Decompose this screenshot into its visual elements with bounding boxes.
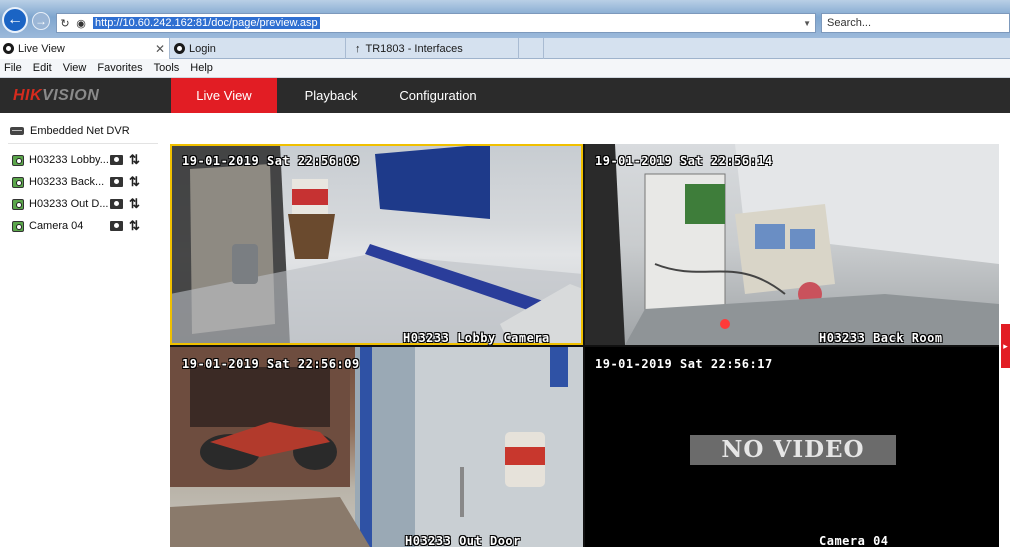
close-icon[interactable]: ✕ [155,42,165,56]
record-icon[interactable] [110,177,123,187]
camera-icon [12,220,24,232]
camera-name-overlay: Camera 04 [819,534,889,547]
divider [8,143,158,144]
menu-help[interactable]: Help [186,62,217,74]
video-window-out-door[interactable]: 19-01-2019 Sat 22:56:09 H03233 Out Door [170,347,583,547]
camera-name-overlay: H03233 Back Room [819,331,943,345]
device-node[interactable]: Embedded Net DVR [10,125,130,137]
camera-item[interactable]: H03233 Lobby... ⇅ [12,152,157,168]
camera-label: H03233 Out D... [29,198,109,210]
back-button[interactable]: ← [2,7,28,33]
browser-tab-bar: Live View ✕ Login ↑ TR1803 - Interfaces [0,38,1010,59]
dvr-icon [10,127,24,135]
camera-label: Camera 04 [29,220,84,232]
timestamp-overlay: 19-01-2019 Sat 22:56:14 [595,154,773,168]
menu-tools[interactable]: Tools [150,62,184,74]
url-text[interactable]: http://10.60.242.162:81/doc/page/preview… [93,17,320,29]
menu-bar: File Edit View Favorites Tools Help [0,59,1010,78]
tab-label: Login [189,42,216,55]
camera-name-overlay: H03233 Lobby Camera [403,331,550,345]
ptz-icon[interactable]: ⇅ [129,196,140,211]
video-grid: 19-01-2019 Sat 22:56:09 H03233 Lobby Cam… [170,144,999,547]
browser-tab-login[interactable]: Login [171,38,346,59]
camera-name-overlay: H03233 Out Door [405,534,521,547]
no-video-banner: NO VIDEO [690,435,896,465]
browser-toolbar: ← → ↻ ◉ http://10.60.242.162:81/doc/page… [0,0,1010,38]
video-window-back-room[interactable]: 19-01-2019 Sat 22:56:14 H03233 Back Room [585,144,999,345]
app-header: HIKVISION Live View Playback Configurati… [0,78,1010,113]
search-input[interactable]: Search... [821,13,1010,33]
camera-item[interactable]: H03233 Out D... ⇅ [12,196,157,212]
device-sidebar: Embedded Net DVR H03233 Lobby... ⇅ H0323… [0,113,160,555]
tab-label: TR1803 - Interfaces [365,42,463,55]
new-tab-button[interactable] [520,38,544,59]
camera-item[interactable]: H03233 Back... ⇅ [12,174,157,190]
network-icon: ↑ [355,42,361,55]
device-label: Embedded Net DVR [30,125,130,137]
camera-icon [12,198,24,210]
forward-button[interactable]: → [32,12,50,30]
chevron-right-icon: ▸ [1003,340,1008,351]
tab-configuration[interactable]: Configuration [390,78,486,113]
panel-toggle-button[interactable]: ▸ [1001,324,1010,368]
ie-page-icon [3,43,14,54]
video-window-camera-04[interactable]: 19-01-2019 Sat 22:56:17 NO VIDEO Camera … [585,347,999,547]
tab-playback[interactable]: Playback [290,78,372,113]
refresh-icon[interactable]: ↻ [57,17,73,30]
ie-page-icon [174,43,185,54]
camera-label: H03233 Back... [29,176,105,188]
camera-label: H03233 Lobby... [29,154,109,166]
menu-favorites[interactable]: Favorites [93,62,146,74]
ptz-icon[interactable]: ⇅ [129,218,140,233]
back-room-feed-image [585,144,999,345]
menu-view[interactable]: View [59,62,91,74]
tab-live-view[interactable]: Live View [171,78,277,113]
hikvision-logo: HIKVISION [13,87,100,104]
ptz-icon[interactable]: ⇅ [129,174,140,189]
camera-icon [12,176,24,188]
timestamp-overlay: 19-01-2019 Sat 22:56:17 [595,357,773,371]
ptz-icon[interactable]: ⇅ [129,152,140,167]
record-icon[interactable] [110,199,123,209]
page-icon: ◉ [76,17,86,30]
browser-tab-interfaces[interactable]: ↑ TR1803 - Interfaces [347,38,519,59]
camera-icon [12,154,24,166]
arrow-right-icon: → [35,14,47,28]
browser-tab-live-view[interactable]: Live View ✕ [0,38,170,59]
video-window-lobby[interactable]: 19-01-2019 Sat 22:56:09 H03233 Lobby Cam… [170,144,583,345]
record-icon[interactable] [110,155,123,165]
menu-edit[interactable]: Edit [29,62,56,74]
record-icon[interactable] [110,221,123,231]
tab-label: Live View [18,42,65,55]
camera-item[interactable]: Camera 04 ⇅ [12,218,157,234]
chevron-down-icon[interactable]: ▼ [803,19,811,28]
address-bar[interactable]: ↻ ◉ http://10.60.242.162:81/doc/page/pre… [56,13,816,33]
timestamp-overlay: 19-01-2019 Sat 22:56:09 [182,357,360,371]
arrow-left-icon: ← [7,11,23,28]
out-door-feed-image [170,347,583,547]
timestamp-overlay: 19-01-2019 Sat 22:56:09 [182,154,360,168]
lobby-feed-image [170,144,583,345]
menu-file[interactable]: File [0,62,26,74]
